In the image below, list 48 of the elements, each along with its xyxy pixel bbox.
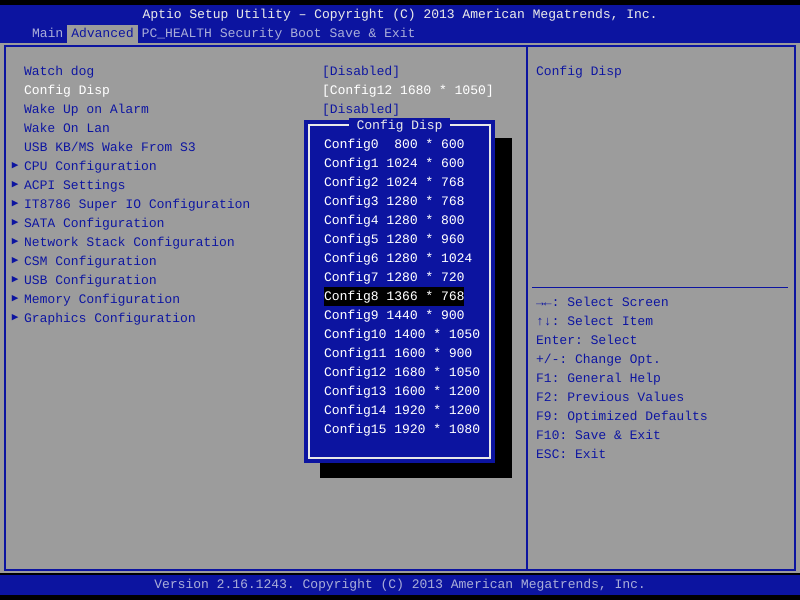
popup-option[interactable]: Config10 1400 * 1050 <box>324 325 480 344</box>
popup-option[interactable]: Config15 1920 * 1080 <box>324 420 480 439</box>
setting-value[interactable]: [Disabled] <box>322 100 400 119</box>
setting-value[interactable]: [Disabled] <box>322 62 400 81</box>
submenu-arrow: ▶ <box>12 159 18 174</box>
submenu-arrow: ▶ <box>12 178 18 193</box>
popup-option[interactable]: Config11 1600 * 900 <box>324 344 472 363</box>
popup-option[interactable]: Config13 1600 * 1200 <box>324 382 480 401</box>
key-hint: Enter: Select <box>536 332 638 350</box>
popup-option[interactable]: Config0 800 * 600 <box>324 135 464 154</box>
status-text: Version 2.16.1243. Copyright (C) 2013 American Megatrends, Inc. <box>154 577 646 592</box>
submenu-arrow: ▶ <box>12 292 18 307</box>
submenu-arrow: ▶ <box>12 197 18 212</box>
key-hint: F10: Save & Exit <box>536 427 662 445</box>
submenu-arrow: ▶ <box>12 311 18 326</box>
menu-tab[interactable]: Advanced <box>67 25 138 43</box>
menu-tab[interactable]: Security <box>216 25 286 43</box>
popup-option[interactable]: Config8 1366 * 768 <box>324 287 464 306</box>
popup-option[interactable]: Config4 1280 * 800 <box>324 211 464 230</box>
popup-option[interactable]: Config12 1680 * 1050 <box>324 363 480 382</box>
key-hint: F2: Previous Values <box>536 389 686 407</box>
popup-option[interactable]: Config3 1280 * 768 <box>324 192 464 211</box>
menu-tab[interactable]: Main <box>28 25 68 43</box>
submenu-arrow: ▶ <box>12 254 18 269</box>
popup-option[interactable]: Config7 1280 * 720 <box>324 268 464 287</box>
help-text: Config Disp <box>535 63 623 81</box>
popup-title: Config Disp <box>348 118 450 133</box>
key-hint: F1: General Help <box>536 370 662 388</box>
key-hint: ESC: Exit <box>536 446 608 464</box>
popup-option[interactable]: Config1 1024 * 600 <box>324 154 464 173</box>
key-hint: ↑↓: Select Item <box>536 313 654 331</box>
menu-tab[interactable]: Boot <box>286 25 326 43</box>
popup-option[interactable]: Config9 1440 * 900 <box>324 306 464 325</box>
submenu-arrow: ▶ <box>12 216 18 231</box>
key-hint: →←: Select Screen <box>536 294 670 312</box>
window-title: Aptio Setup Utility – Copyright (C) 2013 American Megatrends, Inc. <box>142 6 658 24</box>
menu-tab[interactable]: PC_HEALTH <box>138 25 216 43</box>
popup-option[interactable]: Config5 1280 * 960 <box>324 230 464 249</box>
popup-option[interactable]: Config2 1024 * 768 <box>324 173 464 192</box>
popup-option[interactable]: Config14 1920 * 1200 <box>324 401 480 420</box>
menu-tab[interactable]: Save & Exit <box>326 25 420 43</box>
setting-label[interactable]: Watch dog <box>24 62 322 81</box>
setting-label[interactable]: Wake Up on Alarm <box>24 100 322 119</box>
submenu-arrow: ▶ <box>12 273 18 288</box>
submenu-arrow: ▶ <box>12 235 18 250</box>
key-hint: F9: Optimized Defaults <box>536 408 709 426</box>
popup-option[interactable]: Config6 1280 * 1024 <box>324 249 472 268</box>
key-hint: +/-: Change Opt. <box>536 351 662 369</box>
